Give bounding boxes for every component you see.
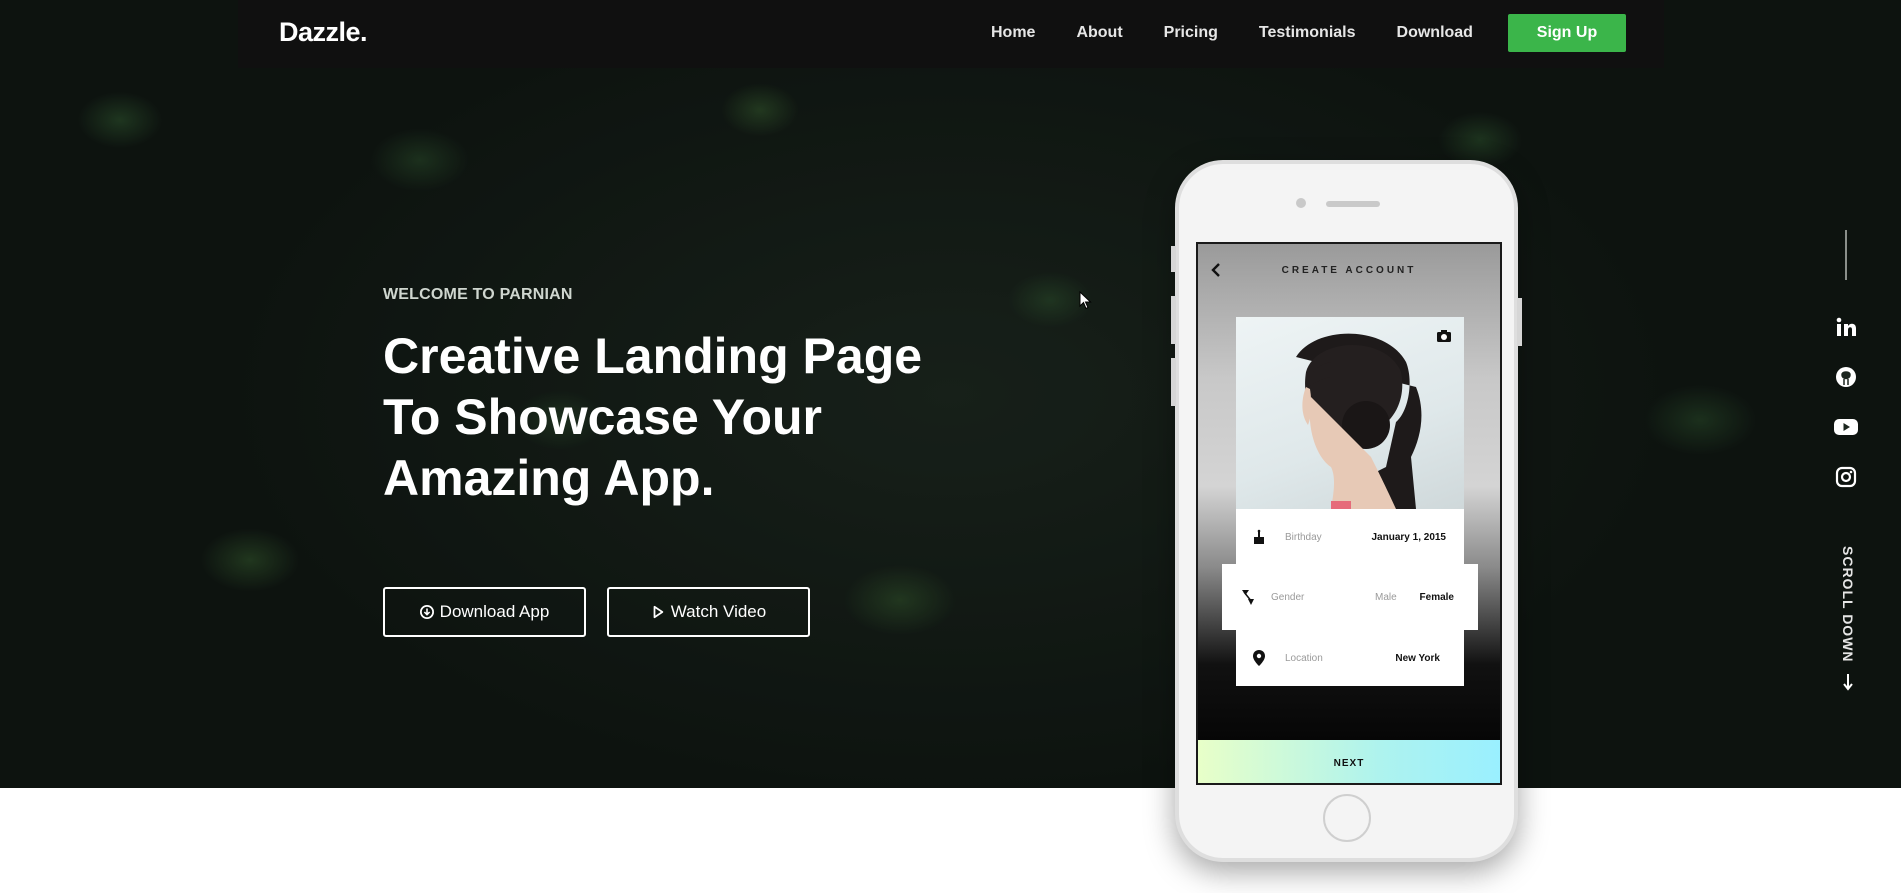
nav-link-about[interactable]: About	[1076, 24, 1122, 42]
location-row[interactable]: Location New York	[1236, 630, 1464, 686]
phone-mockup: CREATE ACCOUNT Birthday January 1, 2015 …	[1171, 160, 1522, 862]
hero-text: WELCOME TO PARNIAN Creative Landing Page…	[383, 286, 1023, 509]
navbar: Dazzle. Home About Pricing Testimonials …	[238, 0, 1664, 68]
headline-line-1: Creative Landing Page	[383, 328, 923, 384]
location-label: Location	[1285, 652, 1323, 664]
phone-screen: CREATE ACCOUNT Birthday January 1, 2015 …	[1196, 242, 1502, 785]
birthday-label: Birthday	[1285, 531, 1322, 543]
download-app-button[interactable]: Download App	[383, 587, 586, 637]
download-circle-icon	[419, 605, 434, 619]
github-icon[interactable]	[1833, 364, 1859, 390]
profile-photo-image	[1296, 333, 1422, 509]
mouse-cursor-icon	[1079, 291, 1092, 310]
phone-side-button	[1171, 296, 1176, 344]
phone-side-button	[1171, 358, 1176, 406]
brand-logo[interactable]: Dazzle.	[279, 17, 368, 48]
camera-icon[interactable]	[1436, 329, 1452, 343]
instagram-icon[interactable]	[1833, 464, 1859, 490]
headline-line-2: To Showcase Your	[383, 389, 822, 445]
birthday-row[interactable]: Birthday January 1, 2015	[1236, 509, 1464, 565]
social-divider	[1845, 230, 1847, 280]
screen-title: CREATE ACCOUNT	[1281, 265, 1417, 276]
gender-option-male[interactable]: Male	[1375, 592, 1397, 603]
social-links	[1830, 230, 1862, 514]
location-pin-icon	[1253, 650, 1265, 666]
phone-camera	[1296, 198, 1306, 208]
play-icon	[653, 605, 664, 619]
phone-speaker	[1326, 201, 1380, 207]
scroll-down-label[interactable]: SCROLL DOWN	[1840, 546, 1856, 663]
gender-option-female[interactable]: Female	[1420, 592, 1454, 603]
location-value: New York	[1395, 652, 1440, 664]
phone-home-button	[1323, 794, 1371, 842]
phone-power-button	[1517, 298, 1522, 346]
hero-headline: Creative Landing Page To Showcase Your A…	[383, 326, 1023, 509]
phone-side-button	[1171, 246, 1176, 272]
next-button[interactable]: NEXT	[1198, 740, 1500, 783]
screen-header: CREATE ACCOUNT	[1198, 262, 1500, 282]
cake-icon	[1254, 529, 1264, 544]
birthday-value: January 1, 2015	[1371, 531, 1447, 543]
sign-up-button[interactable]: Sign Up	[1508, 14, 1626, 52]
gender-icon	[1242, 590, 1254, 605]
hero-eyebrow: WELCOME TO PARNIAN	[383, 286, 573, 303]
nav-links: Home About Pricing Testimonials Download	[991, 24, 1473, 42]
arrow-down-icon[interactable]	[1842, 673, 1854, 691]
nav-link-pricing[interactable]: Pricing	[1164, 24, 1218, 42]
nav-link-home[interactable]: Home	[991, 24, 1035, 42]
watch-video-label: Watch Video	[670, 602, 767, 621]
watch-video-button[interactable]: Watch Video	[607, 587, 810, 637]
gender-row[interactable]: Gender Male Female	[1222, 564, 1478, 630]
download-app-label: Download App	[439, 602, 550, 621]
headline-line-3: Amazing App.	[383, 450, 715, 506]
nav-link-download[interactable]: Download	[1397, 24, 1473, 42]
youtube-icon[interactable]	[1833, 414, 1859, 440]
linkedin-icon[interactable]	[1833, 314, 1859, 340]
cta-row: Download App Watch Video	[383, 587, 810, 637]
nav-link-testimonials[interactable]: Testimonials	[1259, 24, 1356, 42]
profile-photo	[1236, 317, 1464, 509]
gender-label: Gender	[1271, 591, 1305, 603]
